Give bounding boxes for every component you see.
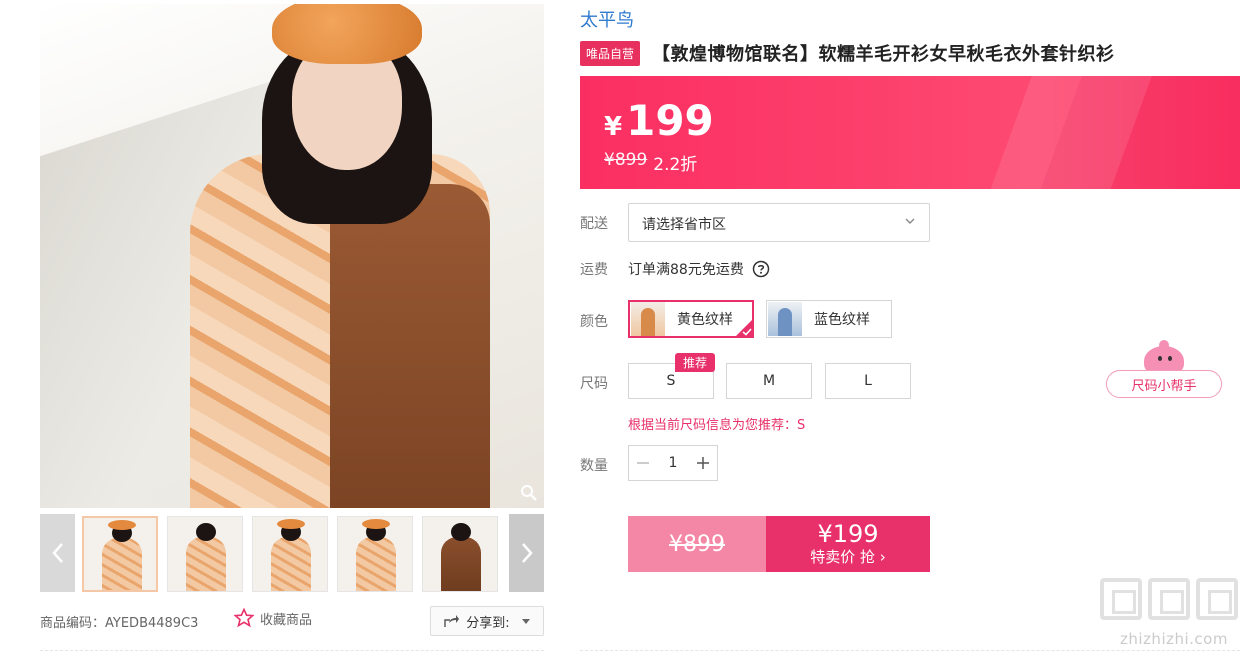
current-price: ¥ 199 <box>604 96 714 145</box>
color-label: 颜色 <box>580 314 608 330</box>
region-select-value: 请选择省市区 <box>642 217 726 233</box>
color-option-blue[interactable]: 蓝色纹样 <box>766 300 892 338</box>
thumbnail-strip <box>40 514 544 592</box>
thumbnail-4[interactable] <box>337 516 413 592</box>
site-watermark: zhizhizhi.com <box>1100 578 1248 658</box>
buy-original-price: ¥899 <box>628 516 766 572</box>
size-option-l[interactable]: L <box>825 363 911 399</box>
brand-link[interactable]: 太平鸟 <box>580 6 634 32</box>
self-operated-badge: 唯品自营 <box>580 40 641 66</box>
thumb-head <box>196 523 216 541</box>
mascot-eye <box>1158 356 1162 361</box>
watermark-glyph <box>1148 578 1190 620</box>
size-helper-button[interactable]: 尺码小帮手 <box>1106 340 1222 400</box>
quantity-label: 数量 <box>580 458 608 474</box>
watermark-logo <box>1100 578 1248 620</box>
buy-button[interactable]: ¥899 ¥199 特卖价 抢 › <box>628 516 930 572</box>
share-button[interactable]: 分享到: <box>430 606 544 636</box>
swatch-figure <box>778 308 792 336</box>
size-label: 尺码 <box>580 376 608 392</box>
product-meta-row: 商品编码：AYEDB4489C3 收藏商品 分享到: <box>40 604 544 638</box>
delivery-label: 配送 <box>580 216 608 232</box>
color-swatch <box>768 302 802 336</box>
shipping-text: 订单满88元免运费 <box>628 262 744 278</box>
buy-sale-block: ¥199 特卖价 抢 › <box>766 516 930 572</box>
increase-button[interactable] <box>689 446 717 480</box>
mascot-eye <box>1168 356 1172 361</box>
product-title: 【敦煌博物馆联名】软糯羊毛开衫女早秋毛衣外套针织衫 <box>652 44 1115 65</box>
watermark-glyph <box>1196 578 1238 620</box>
thumb-hat <box>108 520 136 530</box>
original-price: ¥899 <box>604 150 648 170</box>
share-label: 分享到: <box>466 615 510 631</box>
region-select[interactable]: 请选择省市区 <box>628 203 930 242</box>
favorite-label: 收藏商品 <box>260 612 313 628</box>
thumb-figure <box>356 537 396 591</box>
thumb-prev-button[interactable] <box>40 514 75 592</box>
thumb-figure <box>441 537 481 591</box>
thumb-hat <box>277 519 305 529</box>
product-code: 商品编码：AYEDB4489C3 <box>40 612 198 631</box>
watermark-text: zhizhizhi.com <box>1120 630 1228 648</box>
minus-icon <box>637 462 649 464</box>
favorite-button[interactable]: 收藏商品 <box>234 608 312 628</box>
color-swatch <box>631 302 665 336</box>
photo-hat <box>272 4 422 64</box>
thumbnail-3[interactable] <box>252 516 328 592</box>
color-option-label: 蓝色纹样 <box>814 312 870 328</box>
help-icon[interactable] <box>752 260 770 278</box>
check-icon <box>735 319 753 337</box>
recommended-badge: 推荐 <box>675 353 716 372</box>
buy-sale-price: ¥199 <box>817 520 879 548</box>
current-price-value: 199 <box>626 96 714 145</box>
quantity-input[interactable]: 1 <box>657 446 689 480</box>
zoom-icon[interactable] <box>520 484 538 502</box>
buy-action-label: 特卖价 抢 › <box>810 548 886 566</box>
thumb-figure <box>271 537 311 591</box>
shipping-label: 运费 <box>580 262 608 278</box>
color-option-yellow[interactable]: 黄色纹样 <box>628 300 754 338</box>
product-code-label: 商品编码： <box>40 616 106 631</box>
thumb-head <box>451 523 471 541</box>
watermark-glyph <box>1100 578 1142 620</box>
product-main-image[interactable] <box>40 4 544 508</box>
thumb-hat <box>362 519 390 529</box>
thumbnail-5[interactable] <box>422 516 498 592</box>
decrease-button[interactable] <box>629 446 657 480</box>
thumb-figure <box>102 538 142 590</box>
color-option-label: 黄色纹样 <box>677 312 733 328</box>
currency-symbol: ¥ <box>604 112 623 142</box>
swatch-figure <box>641 308 655 336</box>
thumb-next-button[interactable] <box>509 514 544 592</box>
quantity-stepper: 1 <box>628 445 718 481</box>
product-code-value: AYEDB4489C3 <box>105 616 199 631</box>
size-recommendation: 根据当前尺码信息为您推荐：S <box>628 418 806 433</box>
original-price-row: ¥899 2.2折 <box>604 150 697 175</box>
price-panel: ¥ 199 ¥899 2.2折 <box>580 76 1240 189</box>
shipping-info: 订单满88元免运费 <box>628 259 770 279</box>
size-option-m[interactable]: M <box>726 363 812 399</box>
photo-dress <box>330 184 490 508</box>
plus-icon <box>697 457 709 469</box>
divider <box>40 650 544 651</box>
chevron-down-icon <box>905 218 915 224</box>
size-helper-label: 尺码小帮手 <box>1106 370 1222 398</box>
caret-down-icon <box>521 618 530 624</box>
thumb-figure <box>186 537 226 591</box>
thumbnail-2[interactable] <box>167 516 243 592</box>
share-icon <box>444 615 460 627</box>
chevron-right-icon <box>521 543 533 563</box>
thumbnail-1[interactable] <box>82 516 158 592</box>
title-row: 唯品自营 【敦煌博物馆联名】软糯羊毛开衫女早秋毛衣外套针织衫 <box>580 40 1115 66</box>
star-icon <box>234 608 254 628</box>
chevron-left-icon <box>51 543 63 563</box>
discount-rate: 2.2折 <box>653 155 698 175</box>
